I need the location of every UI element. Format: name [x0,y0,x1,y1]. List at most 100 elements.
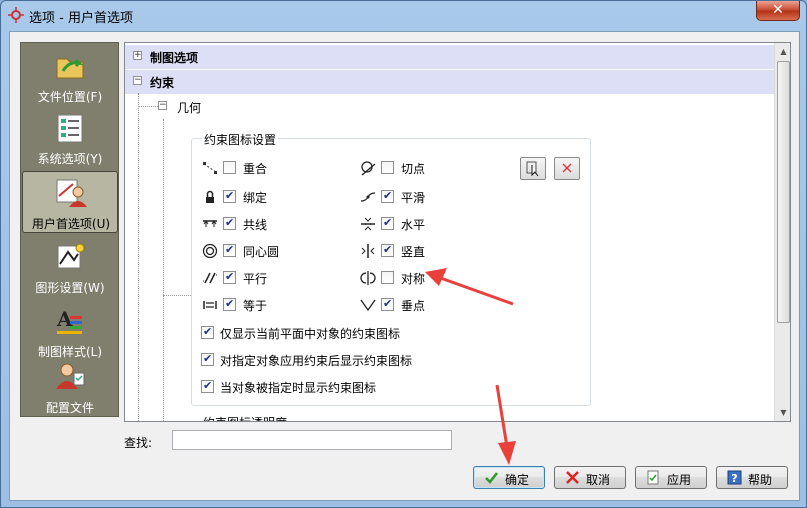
cross-icon [566,471,579,484]
option-show-when-selected[interactable]: 当对象被指定时显示约束图标 [201,378,581,396]
apply-button[interactable]: 应用 [635,466,707,489]
collinear-icon [203,220,217,227]
tree-node-label: 几何 [177,101,202,115]
option-current-plane-only[interactable]: 仅显示当前平面中对象的约束图标 [201,324,581,342]
scroll-thumb[interactable] [777,61,790,323]
sidebar-item-label: 用户首选项(U) [31,217,111,231]
tree-node-constraints[interactable]: − 约束 [125,70,775,94]
tree-node-drafting-options[interactable]: + 制图选项 [125,45,775,69]
option-label: 仅显示当前平面中对象的约束图标 [220,327,401,341]
sidebar-item-user-preferences[interactable]: 用户首选项(U) [22,171,118,233]
help-button[interactable]: ? 帮助 [716,466,788,489]
ok-button[interactable]: 确定 [473,466,545,489]
perpendicular-icon [360,299,376,312]
sidebar-item-system-options[interactable]: 系统选项(Y) [22,107,118,169]
tangent-checkbox[interactable] [381,161,394,174]
constraint-horizontal[interactable]: 水平 [360,215,510,233]
folder-arrow-icon [56,58,84,79]
tree-node-geometry[interactable]: − 几何 [125,95,775,119]
options-dialog: 选项 - 用户首选项 ✕ 文件位置(F) 系统选项(Y) 用户首选项(U) 图形… [0,0,807,508]
user-profile-icon [56,363,85,389]
vertical-checkbox[interactable] [381,243,394,257]
constraint-label: 等于 [243,299,268,313]
sidebar-item-label: 系统选项(Y) [37,152,103,166]
find-input[interactable] [172,430,452,450]
tangent-icon [361,161,376,176]
option-checkbox[interactable] [201,379,214,393]
constraint-smooth[interactable]: 平滑 [360,188,510,206]
option-label: 对指定对象应用约束后显示约束图标 [220,354,413,368]
constraint-coincident[interactable]: 重合 [202,159,352,177]
horizontal-checkbox[interactable] [381,216,394,230]
vertical-scrollbar[interactable]: ▲ ▼ [774,43,790,421]
group-title: 约束图标设置 [202,131,279,148]
ok-label: 确定 [505,473,530,487]
graphics-settings-icon [57,243,85,269]
scroll-down-icon[interactable]: ▼ [776,405,790,420]
collapse-icon[interactable]: − [158,101,167,110]
option-checkbox[interactable] [201,325,214,339]
show-all-icons-button[interactable] [520,157,546,180]
constraint-parallel[interactable]: 平行 [202,269,352,287]
app-logo-icon [8,7,24,23]
sidebar-item-file-locations[interactable]: 文件位置(F) [22,45,118,107]
symmetric-checkbox[interactable] [381,271,394,284]
equal-checkbox[interactable] [223,297,236,311]
help-icon: ? [727,470,742,485]
concentric-checkbox[interactable] [223,243,236,257]
constraint-tangent[interactable]: 切点 [360,159,510,177]
close-button[interactable]: ✕ [756,1,800,21]
option-show-after-apply[interactable]: 对指定对象应用约束后显示约束图标 [201,351,581,369]
expand-icon[interactable]: + [133,51,142,60]
scroll-up-icon[interactable]: ▲ [776,44,790,59]
perpendicular-checkbox[interactable] [381,297,394,311]
hide-all-icons-button[interactable] [554,157,580,180]
coincident-checkbox[interactable] [223,161,236,174]
apply-label: 应用 [667,473,692,487]
close-icon: ✕ [772,2,784,18]
constraint-concentric[interactable]: 同心圆 [202,242,352,260]
collapse-icon[interactable]: − [133,76,142,85]
sidebar-item-profiles[interactable]: 配置文件 [22,355,118,417]
tree-guide-line [163,295,191,296]
equal-icon [203,301,217,309]
sidebar-item-label: 文件位置(F) [37,90,103,104]
parallel-checkbox[interactable] [223,270,236,284]
fix-checkbox[interactable] [223,189,236,203]
coincident-icon [203,162,217,174]
constraint-label: 水平 [401,218,426,232]
settings-tree: + 制图选项 − 约束 − 几何 约束图标设置 重合 ✔ 绑定 ✔ 共线 ✔ 同… [124,42,791,422]
lock-icon [206,190,214,203]
constraint-equal[interactable]: 等于 [202,296,352,314]
collinear-checkbox[interactable] [223,216,236,230]
category-sidebar: 文件位置(F) 系统选项(Y) 用户首选项(U) 图形设置(W) A 制图样式(… [20,42,119,417]
tree-guide-line [138,93,139,421]
constraint-label: 平行 [243,272,268,286]
constraint-label: 切点 [401,162,426,176]
vertical-icon [361,244,375,258]
sidebar-item-label: 图形设置(W) [35,281,105,295]
constraint-label: 同心圆 [243,245,280,259]
constraint-collinear[interactable]: 共线 [202,215,352,233]
sidebar-item-drafting-style[interactable]: A 制图样式(L) [22,300,118,362]
tree-node-label: 约束 [150,76,175,90]
checkmark-icon [485,472,498,484]
horizontal-icon [361,217,375,231]
constraint-fix[interactable]: 绑定 [202,188,352,206]
checklist-icon [57,114,83,143]
option-label: 当对象被指定时显示约束图标 [220,381,377,395]
annotation-arrow-icon [425,268,514,306]
annotation-arrow-icon [495,384,516,465]
option-checkbox[interactable] [201,352,214,366]
help-label: 帮助 [748,473,773,487]
constraint-label: 重合 [243,162,268,176]
constraint-icon-settings-group: 约束图标设置 重合 绑定 共线 [191,131,591,406]
constraint-label: 共线 [243,218,268,232]
cursor-clear-icon [562,163,572,173]
smooth-checkbox[interactable] [381,189,394,203]
text-style-icon: A [56,307,82,334]
dialog-client: 文件位置(F) 系统选项(Y) 用户首选项(U) 图形设置(W) A 制图样式(… [9,31,800,501]
sidebar-item-graphics[interactable]: 图形设置(W) [22,236,118,298]
cancel-button[interactable]: 取消 [554,466,626,489]
find-label: 查找: [124,436,153,450]
